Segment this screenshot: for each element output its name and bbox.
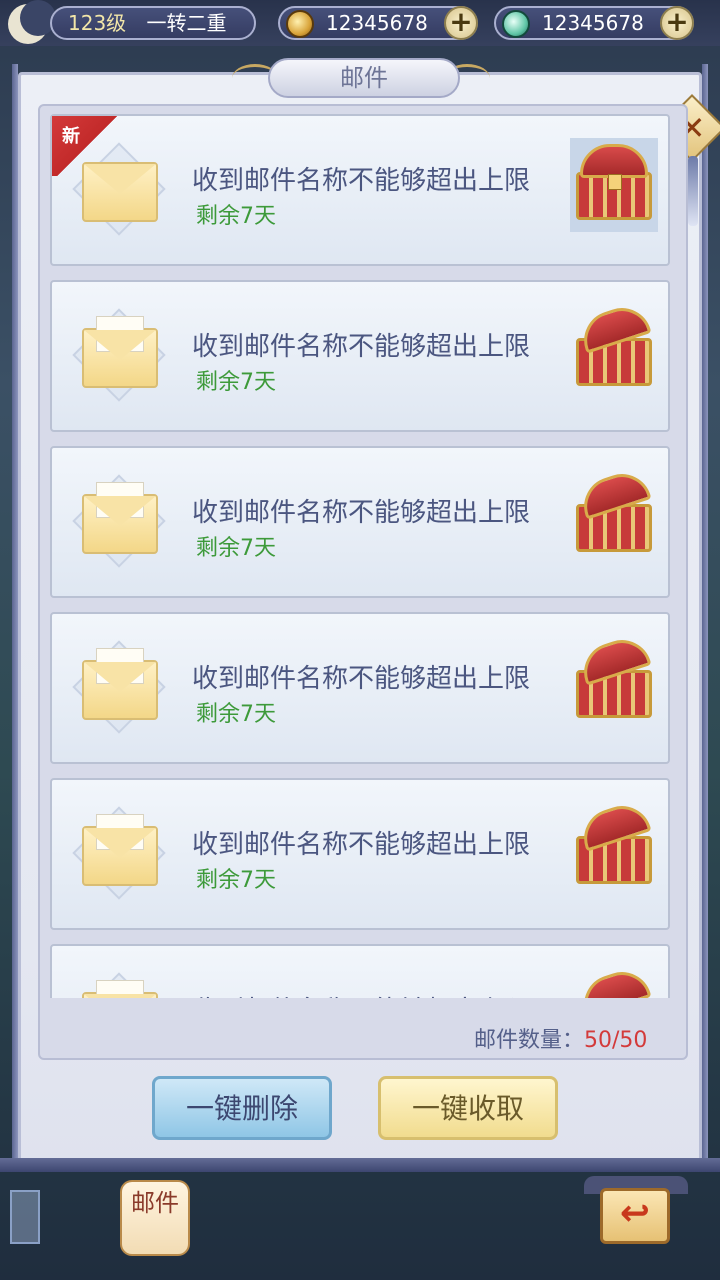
- treasure-chest-closed-icon: [570, 138, 658, 232]
- gold-coin-icon: [286, 10, 314, 38]
- envelope-open-icon: [82, 482, 158, 554]
- mail-list[interactable]: 新 收到邮件名称不能够超出上限 剩余7天 收到邮件名称不能够超出上限 剩余7天 …: [50, 114, 672, 998]
- mail-remaining-days: 剩余7天: [196, 868, 276, 893]
- envelope-closed-icon: [82, 162, 158, 222]
- envelope-open-icon: [82, 814, 158, 886]
- new-badge-label: 新: [62, 126, 80, 147]
- mail-item[interactable]: 收到邮件名称不能够超出上限 剩余7天: [50, 612, 670, 764]
- bottom-scroll-rod: [0, 1158, 720, 1172]
- mail-title: 收到邮件名称不能够超出上限: [192, 166, 531, 196]
- mail-title: 收到邮件名称不能够超出上限: [192, 990, 530, 998]
- treasure-chest-open-icon: [570, 798, 658, 896]
- mail-lantern-tab[interactable]: 邮件: [120, 1180, 190, 1256]
- mail-remaining-days: 剩余7天: [196, 702, 276, 727]
- mail-count: 邮件数量：50/50: [474, 1022, 647, 1054]
- envelope-open-icon: [82, 980, 158, 998]
- tassel-decoration: [688, 156, 698, 226]
- envelope-open-icon: [82, 648, 158, 720]
- delete-all-button[interactable]: 一键删除: [152, 1076, 332, 1140]
- treasure-chest-open-icon: [570, 964, 658, 998]
- treasure-chest-open-icon: [570, 632, 658, 730]
- level-text: 123级: [68, 11, 127, 35]
- mail-remaining-days: 剩余7天: [196, 536, 276, 561]
- mail-item[interactable]: 收到邮件名称不能够超出上限 剩余7天: [50, 446, 670, 598]
- collect-all-button[interactable]: 一键收取: [378, 1076, 558, 1140]
- mail-title: 收到邮件名称不能够超出上限: [192, 498, 531, 528]
- treasure-chest-open-icon: [570, 300, 658, 398]
- treasure-chest-open-icon: [570, 466, 658, 564]
- mail-count-label: 邮件数量：: [474, 1028, 585, 1053]
- envelope-open-icon: [82, 316, 158, 388]
- mail-item[interactable]: 新 收到邮件名称不能够超出上限 剩余7天: [50, 114, 670, 266]
- level-display: 123级 一转二重: [50, 6, 256, 40]
- realm-text: 一转二重: [146, 11, 227, 35]
- mail-item[interactable]: 收到邮件名称不能够超出上限 剩余7天: [50, 778, 670, 930]
- mail-item[interactable]: 收到邮件名称不能够超出上限: [50, 944, 670, 998]
- mail-title: 收到邮件名称不能够超出上限: [192, 332, 531, 362]
- lamp-decoration-icon: [10, 1190, 40, 1244]
- mail-remaining-days: 剩余7天: [196, 370, 276, 395]
- mail-remaining-days: 剩余7天: [196, 204, 276, 229]
- gold-amount: 12345678: [326, 11, 428, 35]
- top-status-bar: 123级 一转二重 12345678 + 12345678 +: [0, 0, 720, 46]
- jade-amount: 12345678: [542, 11, 644, 35]
- mail-title: 收到邮件名称不能够超出上限: [192, 830, 531, 860]
- jade-coin-icon: [502, 10, 530, 38]
- add-gold-button[interactable]: +: [444, 6, 478, 40]
- panel-title: 邮件: [268, 58, 460, 98]
- panel-rim-right: [702, 64, 708, 1164]
- gold-currency: 12345678 +: [278, 6, 478, 40]
- back-button[interactable]: ↩: [600, 1188, 670, 1244]
- mail-title: 收到邮件名称不能够超出上限: [192, 664, 531, 694]
- mail-item[interactable]: 收到邮件名称不能够超出上限 剩余7天: [50, 280, 670, 432]
- mail-count-value: 50/50: [584, 1028, 648, 1053]
- jade-currency: 12345678 +: [494, 6, 694, 40]
- add-jade-button[interactable]: +: [660, 6, 694, 40]
